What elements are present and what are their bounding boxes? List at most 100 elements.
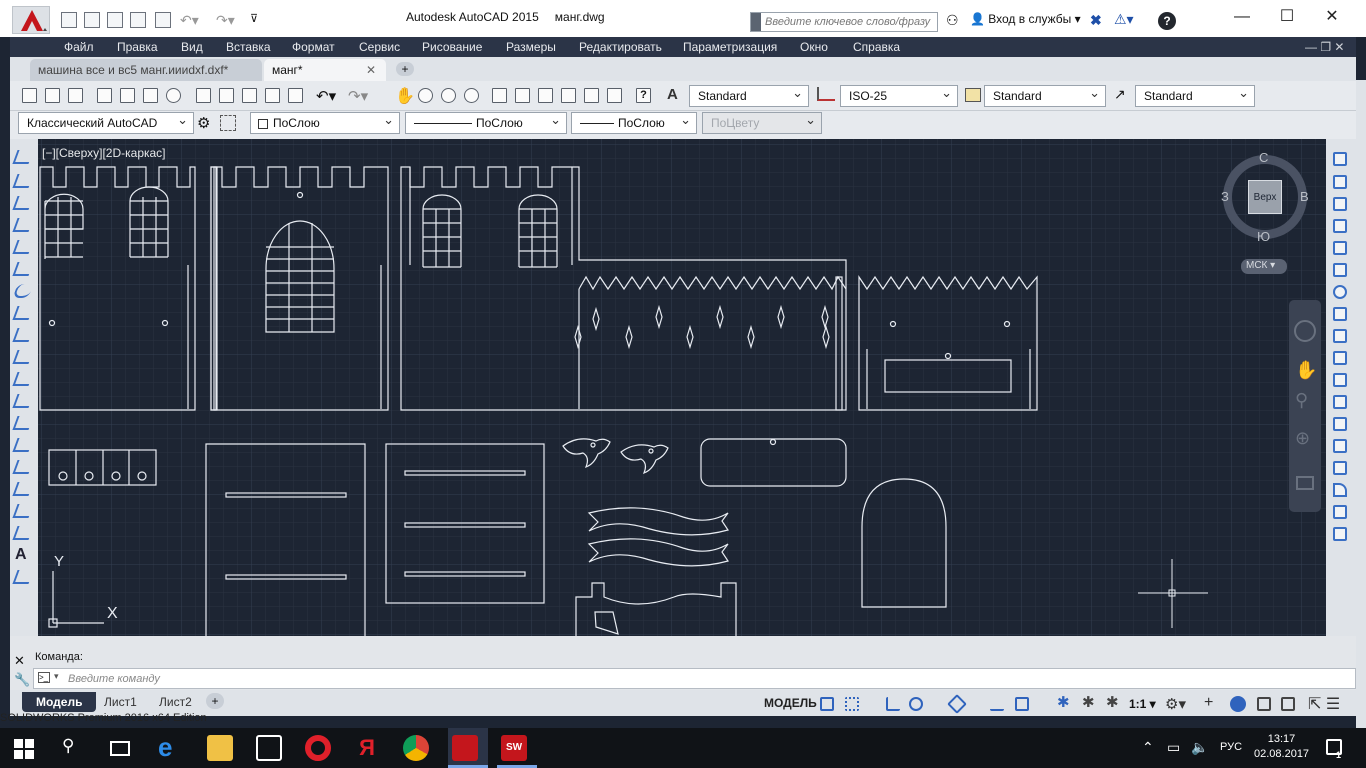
isolate-objects-icon[interactable]: [1230, 696, 1246, 712]
nav-zoom-icon[interactable]: ⚲: [1295, 390, 1308, 411]
array-icon[interactable]: [1333, 241, 1347, 255]
multileader-style-select[interactable]: Standard: [1135, 85, 1255, 107]
match-properties-icon[interactable]: [265, 88, 280, 103]
layer-select[interactable]: ПоСлою: [250, 112, 400, 134]
object-snap-tracking-icon[interactable]: [990, 697, 1004, 711]
break-icon[interactable]: [1333, 417, 1347, 431]
workspace-switch-icon[interactable]: ⚙▾: [1165, 695, 1186, 713]
offset-icon[interactable]: [1333, 219, 1347, 233]
text-style-select[interactable]: Standard: [689, 85, 809, 107]
print-preview-icon[interactable]: [120, 88, 135, 103]
nav-orbit-icon[interactable]: ⊕: [1295, 428, 1310, 449]
viewcube-north[interactable]: С: [1259, 150, 1268, 165]
menu-help[interactable]: Справка: [853, 37, 900, 57]
lineweight-select[interactable]: ПоСлою: [571, 112, 697, 134]
task-view-icon[interactable]: [110, 741, 130, 756]
show-hidden-icons[interactable]: ⌃: [1142, 739, 1154, 756]
plot-icon[interactable]: [155, 12, 171, 28]
copy-object-icon[interactable]: [1333, 175, 1347, 189]
scale-select[interactable]: 1:1 ▾: [1129, 697, 1156, 711]
help-toolbar-icon[interactable]: ?: [636, 88, 651, 103]
properties-icon[interactable]: [492, 88, 507, 103]
object-snap-icon[interactable]: [1015, 697, 1029, 711]
close-tab-icon[interactable]: ✕: [366, 63, 376, 77]
move-icon[interactable]: [1333, 263, 1347, 277]
mirror-icon[interactable]: [1333, 197, 1347, 211]
polar-tracking-icon[interactable]: [909, 697, 923, 711]
open-file-icon[interactable]: [84, 12, 100, 28]
copy-icon[interactable]: [219, 88, 234, 103]
new-tab-icon[interactable]: +: [396, 62, 414, 76]
exchange-icon[interactable]: ✖: [1090, 12, 1102, 29]
annotation-scale-icon[interactable]: ✱: [1106, 695, 1120, 711]
menu-dimension[interactable]: Размеры: [506, 37, 556, 57]
redo-toolbar-icon[interactable]: ↷▾: [348, 87, 368, 105]
scale-icon[interactable]: [1333, 307, 1347, 321]
help-icon[interactable]: ?: [1158, 12, 1176, 30]
3d-print-icon[interactable]: [166, 88, 181, 103]
stretch-icon[interactable]: [1333, 329, 1347, 343]
menu-window[interactable]: Окно: [800, 37, 828, 57]
customization-icon[interactable]: ⇱ ☰: [1308, 694, 1340, 714]
layout-tab-sheet1[interactable]: Лист1: [90, 692, 151, 712]
viewcube-east[interactable]: В: [1300, 189, 1309, 204]
join-icon[interactable]: [1333, 439, 1347, 453]
clean-screen-icon[interactable]: [1281, 697, 1295, 711]
edge-icon[interactable]: e: [158, 734, 184, 761]
design-center-icon[interactable]: [515, 88, 530, 103]
block-editor-icon[interactable]: [288, 88, 303, 103]
menu-edit[interactable]: Правка: [117, 37, 158, 57]
ortho-icon[interactable]: [886, 697, 900, 711]
sheet-set-icon[interactable]: [561, 88, 576, 103]
blend-curves-icon[interactable]: [1333, 505, 1347, 519]
viewcube-west[interactable]: З: [1221, 189, 1229, 204]
language-indicator[interactable]: РУС: [1220, 741, 1242, 753]
solidworks-icon[interactable]: SW: [501, 735, 527, 761]
erase-icon[interactable]: [1333, 152, 1347, 166]
close-command-icon[interactable]: ✕: [14, 653, 25, 669]
store-icon[interactable]: [256, 735, 282, 761]
quickcalc-icon[interactable]: [607, 88, 622, 103]
workspace-settings-icon[interactable]: ⚙: [197, 114, 210, 132]
multiline-text-icon[interactable]: A: [15, 546, 27, 564]
chrome-icon[interactable]: [403, 735, 429, 761]
file-explorer-icon[interactable]: [207, 735, 233, 761]
ucs-menu[interactable]: МСК ▾: [1241, 259, 1287, 274]
rotate-icon[interactable]: [1333, 285, 1347, 299]
menu-format[interactable]: Формат: [292, 37, 335, 57]
pan-icon[interactable]: ✋: [395, 86, 415, 106]
model-space-button[interactable]: МОДЕЛЬ: [760, 693, 821, 715]
undo-icon[interactable]: ↶▾: [180, 12, 199, 29]
markup-icon[interactable]: [584, 88, 599, 103]
hardware-acceleration-icon[interactable]: [1257, 697, 1271, 711]
publish-icon[interactable]: [143, 88, 158, 103]
redo-icon[interactable]: ↷▾: [216, 12, 235, 29]
viewcube-south[interactable]: Ю: [1257, 229, 1270, 244]
recent-commands-icon[interactable]: ▾: [54, 671, 59, 682]
network-icon[interactable]: ▭: [1167, 739, 1180, 756]
volume-icon[interactable]: 🔈: [1191, 739, 1208, 756]
layer-manager-icon[interactable]: [220, 115, 236, 131]
snap-icon[interactable]: [845, 697, 859, 711]
a360-icon[interactable]: ⚠▾: [1114, 11, 1134, 28]
layout-tab-sheet2[interactable]: Лист2: [145, 692, 206, 712]
layout-tab-model[interactable]: Модель: [22, 692, 97, 712]
drawing-canvas[interactable]: [38, 139, 1326, 636]
auto-scale-icon[interactable]: ✱: [1082, 695, 1096, 711]
qnew-icon[interactable]: [22, 88, 37, 103]
maximize-button[interactable]: ☐: [1265, 4, 1309, 30]
fillet-icon[interactable]: [1333, 483, 1347, 497]
new-layout-icon[interactable]: +: [206, 693, 224, 709]
showmotion-icon[interactable]: [1296, 476, 1314, 490]
grid-icon[interactable]: [820, 697, 834, 711]
paste-icon[interactable]: [242, 88, 257, 103]
zoom-previous-icon[interactable]: [464, 88, 479, 103]
command-input[interactable]: Введите команду: [33, 668, 1356, 689]
save-toolbar-icon[interactable]: [68, 88, 83, 103]
menu-tools[interactable]: Сервис: [359, 37, 400, 57]
windows-start-icon[interactable]: [14, 739, 34, 759]
menu-file[interactable]: Файл: [64, 37, 94, 57]
print-icon[interactable]: [97, 88, 112, 103]
qat-dropdown-icon[interactable]: ⊽: [250, 12, 258, 25]
annotation-visibility-icon[interactable]: ✱: [1057, 695, 1071, 711]
